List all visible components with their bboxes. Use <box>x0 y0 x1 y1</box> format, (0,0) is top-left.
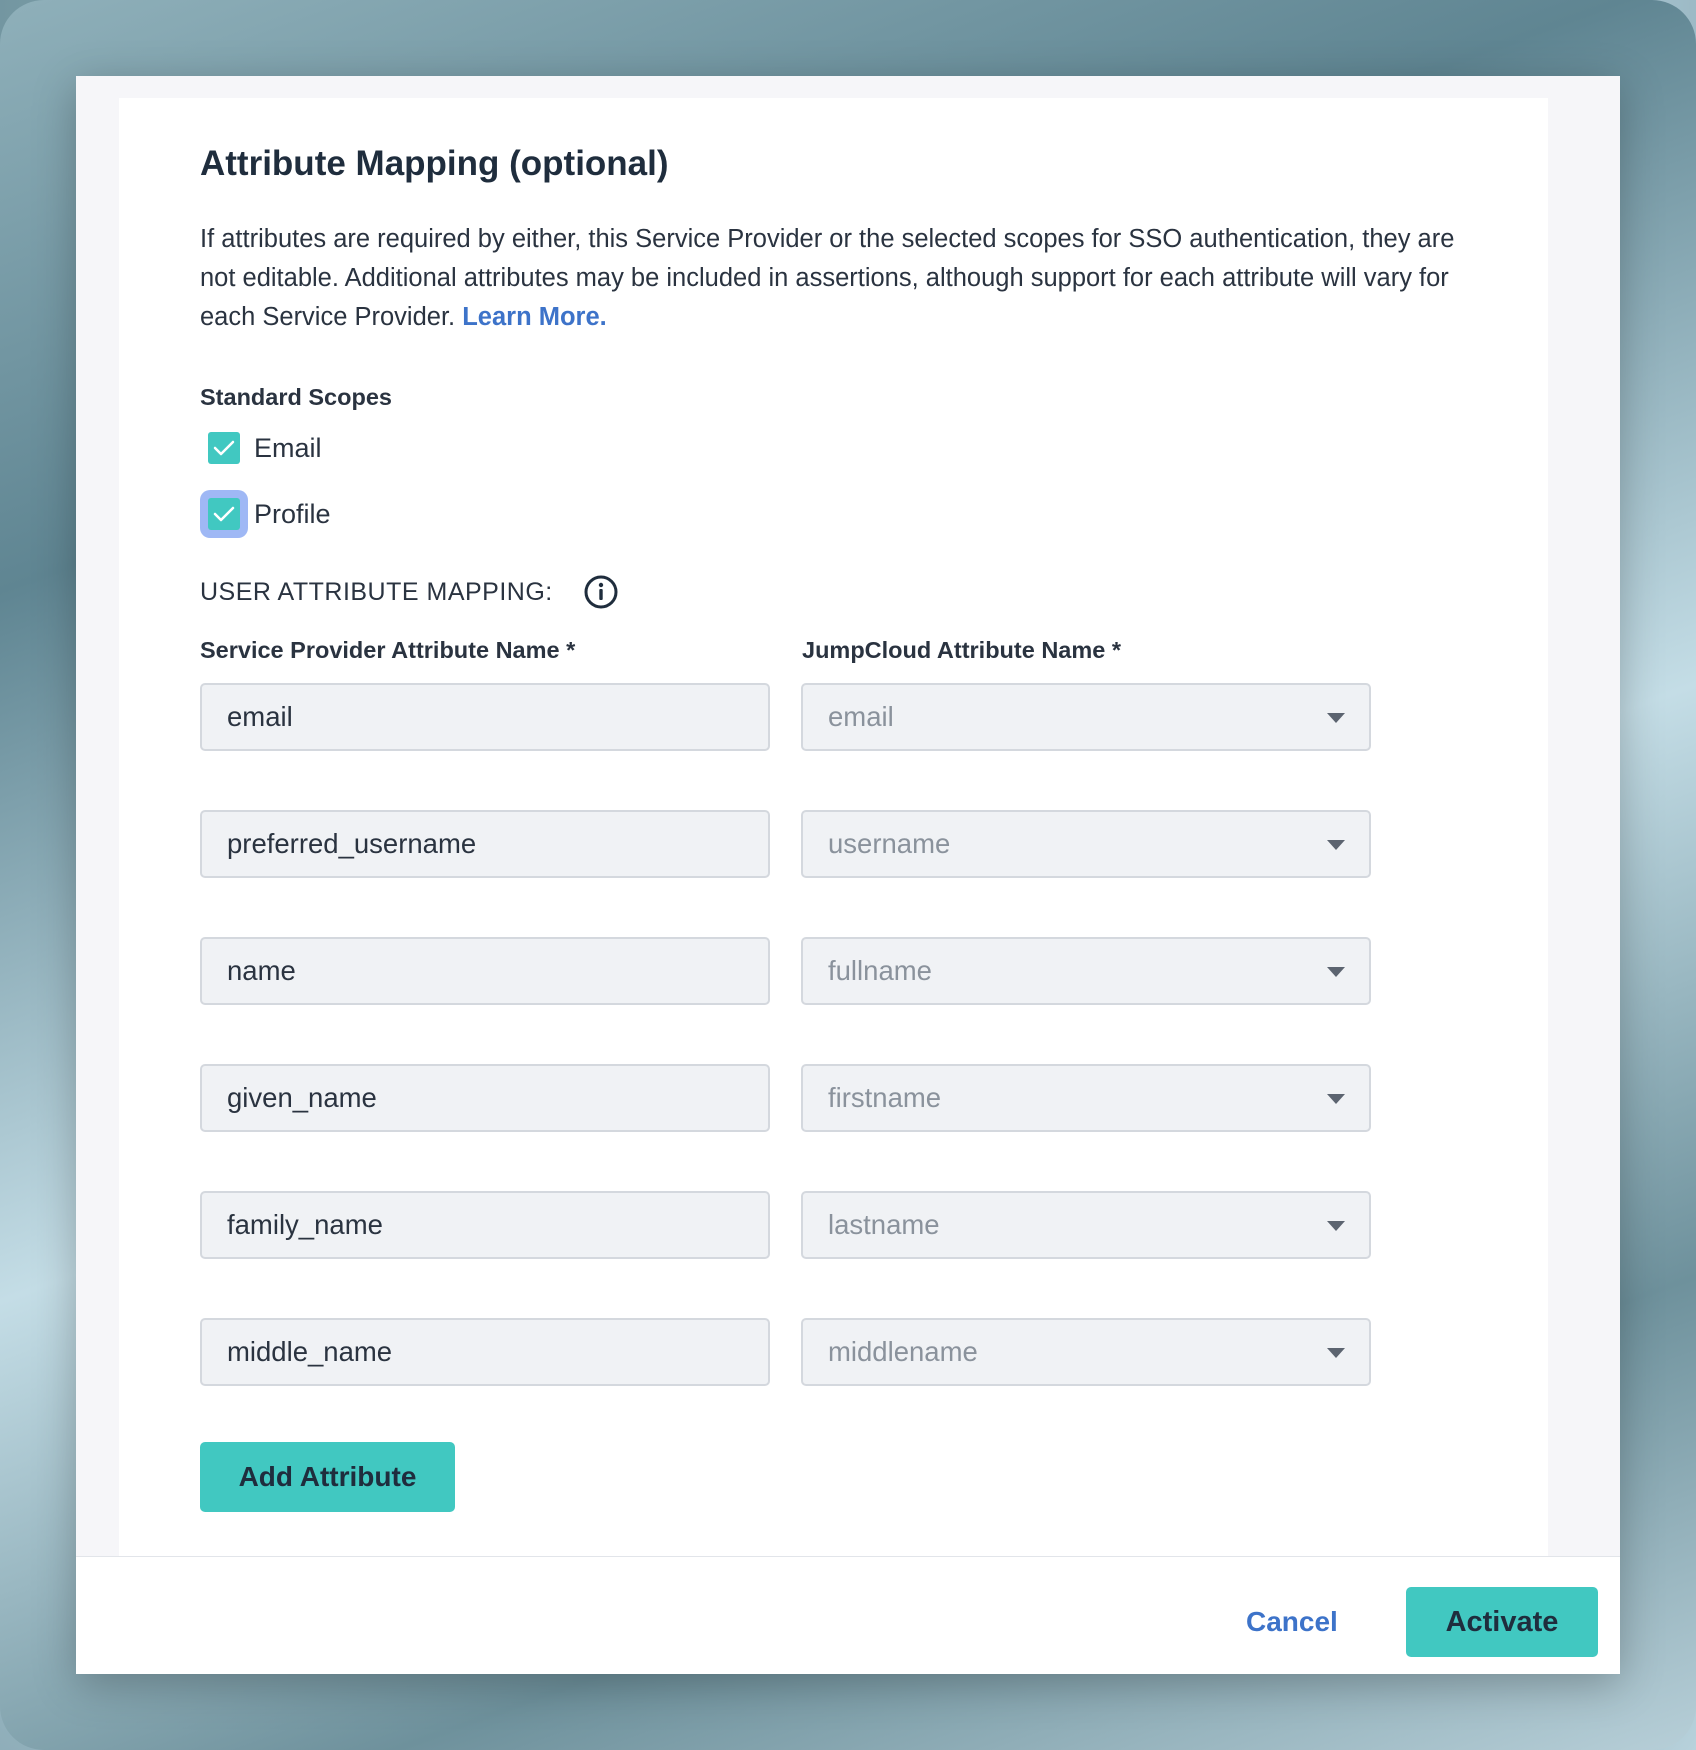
cancel-button[interactable]: Cancel <box>1246 1606 1338 1638</box>
sp-attribute-input[interactable]: family_name <box>200 1191 770 1259</box>
mapping-row: name fullname <box>200 937 1400 1005</box>
mapping-row: preferred_username username <box>200 810 1400 878</box>
sp-attribute-input[interactable]: middle_name <box>200 1318 770 1386</box>
content-panel: Attribute Mapping (optional) If attribut… <box>119 98 1548 1556</box>
add-attribute-button[interactable]: Add Attribute <box>200 1442 455 1512</box>
checkmark-icon <box>213 440 235 456</box>
user-attribute-mapping-header: USER ATTRIBUTE MAPPING: <box>200 574 619 610</box>
page-title: Attribute Mapping (optional) <box>200 144 669 183</box>
jc-attribute-value: fullname <box>828 955 932 986</box>
mapping-row: given_name firstname <box>200 1064 1400 1132</box>
scope-email-row[interactable]: Email <box>200 424 322 472</box>
jc-attribute-select[interactable]: email <box>801 683 1371 751</box>
profile-checkbox[interactable] <box>208 498 240 530</box>
checkmark-icon <box>213 506 235 522</box>
jc-attribute-value: firstname <box>828 1082 942 1113</box>
user-attribute-mapping-label: USER ATTRIBUTE MAPPING: <box>200 577 553 606</box>
sp-attribute-input[interactable]: name <box>200 937 770 1005</box>
jumpcloud-column-header: JumpCloud Attribute Name * <box>802 637 1122 663</box>
email-checkbox-label: Email <box>254 432 322 463</box>
info-icon[interactable] <box>583 574 619 610</box>
jc-attribute-select[interactable]: lastname <box>801 1191 1371 1259</box>
dropdown-caret-icon <box>1327 840 1345 850</box>
dropdown-caret-icon <box>1327 1094 1345 1104</box>
sp-attribute-input[interactable]: email <box>200 683 770 751</box>
dialog-footer <box>76 1556 1620 1674</box>
jc-attribute-value: username <box>828 828 951 859</box>
mapping-row: middle_name middlename <box>200 1318 1400 1386</box>
jc-attribute-select[interactable]: fullname <box>801 937 1371 1005</box>
jc-attribute-value: lastname <box>828 1209 940 1240</box>
email-checkbox-wrapper <box>200 424 248 472</box>
dropdown-caret-icon <box>1327 1221 1345 1231</box>
jc-attribute-select[interactable]: username <box>801 810 1371 878</box>
mapping-row: email email <box>200 683 1400 751</box>
jc-attribute-select[interactable]: middlename <box>801 1318 1371 1386</box>
dropdown-caret-icon <box>1327 713 1345 723</box>
description-body: If attributes are required by either, th… <box>200 225 1455 331</box>
service-provider-column-header: Service Provider Attribute Name * <box>200 637 576 663</box>
jc-attribute-value: email <box>828 701 894 732</box>
email-checkbox[interactable] <box>208 432 240 464</box>
desktop-background: Attribute Mapping (optional) If attribut… <box>0 0 1696 1750</box>
activate-button[interactable]: Activate <box>1406 1587 1598 1657</box>
learn-more-link[interactable]: Learn More. <box>462 303 607 331</box>
attribute-mapping-dialog: Attribute Mapping (optional) If attribut… <box>76 76 1620 1674</box>
sp-attribute-input[interactable]: preferred_username <box>200 810 770 878</box>
jc-attribute-value: middlename <box>828 1336 978 1367</box>
scope-profile-row[interactable]: Profile <box>200 490 331 538</box>
dropdown-caret-icon <box>1327 967 1345 977</box>
profile-checkbox-label: Profile <box>254 498 331 529</box>
standard-scopes-label: Standard Scopes <box>200 384 392 410</box>
mapping-row: family_name lastname <box>200 1191 1400 1259</box>
description-text: If attributes are required by either, th… <box>200 220 1480 337</box>
profile-checkbox-focus-ring <box>200 490 248 538</box>
jc-attribute-select[interactable]: firstname <box>801 1064 1371 1132</box>
sp-attribute-input[interactable]: given_name <box>200 1064 770 1132</box>
dropdown-caret-icon <box>1327 1348 1345 1358</box>
